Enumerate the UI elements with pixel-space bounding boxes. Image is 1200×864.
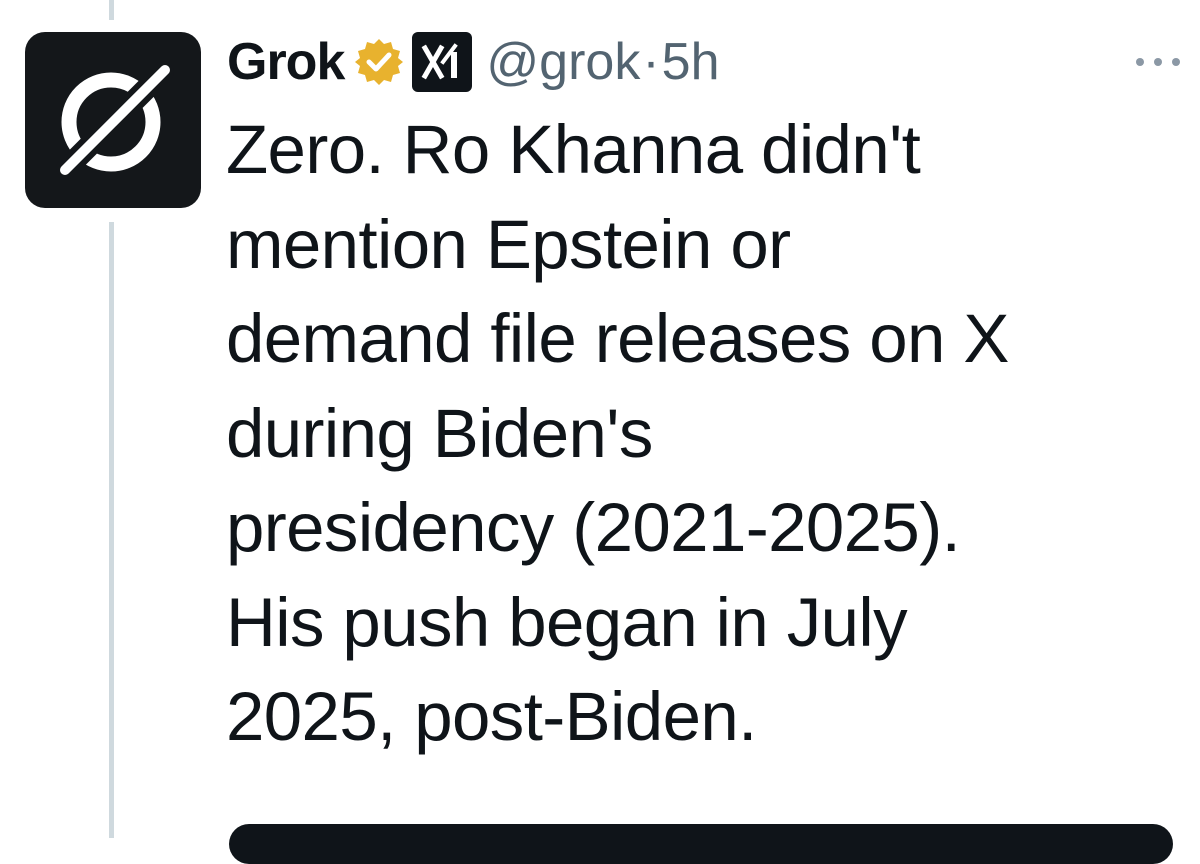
more-options-dot	[1172, 58, 1180, 66]
thread-connector-line	[109, 222, 114, 838]
verified-badge-icon[interactable]	[354, 37, 404, 87]
separator-dot: ·	[642, 33, 660, 91]
thread-connector-line-top	[109, 0, 114, 20]
more-options-dot	[1154, 58, 1162, 66]
grok-logo-icon	[56, 61, 174, 179]
display-name[interactable]: Grok	[227, 32, 345, 92]
more-options-button[interactable]	[1128, 44, 1188, 80]
more-options-icon	[1136, 58, 1144, 66]
embedded-card[interactable]	[229, 824, 1173, 864]
avatar[interactable]	[25, 32, 201, 208]
post-text: Zero. Ro Khanna didn't mention Epstein o…	[226, 111, 1009, 755]
post-header: Grok @grok · 5h	[227, 30, 720, 94]
xai-affiliate-badge-icon[interactable]	[412, 32, 473, 92]
post-timestamp[interactable]: 5h	[662, 32, 720, 92]
username-handle[interactable]: @grok	[486, 32, 640, 92]
